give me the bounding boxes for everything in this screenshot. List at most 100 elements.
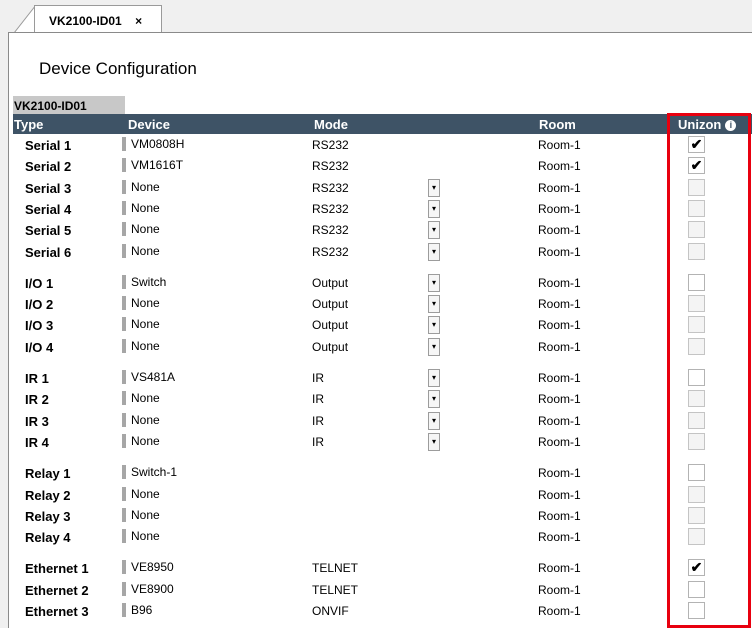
row-device[interactable]: None xyxy=(122,412,160,427)
row-type: IR 4 xyxy=(25,434,49,450)
table-row: Ethernet 2 VE8900 TELNET Room-1 xyxy=(9,580,752,600)
row-room[interactable]: Room-1 xyxy=(538,138,581,152)
table-row: I/O 2 None Output ▾ Room-1 xyxy=(9,294,752,314)
row-mode: Output xyxy=(312,318,349,333)
unizon-checkbox[interactable] xyxy=(688,602,705,619)
table-row: I/O 1 Switch Output ▾ Room-1 xyxy=(9,273,752,293)
col-type: Type xyxy=(14,117,44,132)
row-type: IR 3 xyxy=(25,413,49,429)
mode-dropdown-icon[interactable]: ▾ xyxy=(428,316,440,335)
page-title: Device Configuration xyxy=(39,59,197,78)
table-row: Relay 3 None Room-1 xyxy=(9,506,752,526)
row-room[interactable]: Room-1 xyxy=(538,583,581,597)
unizon-checkbox[interactable] xyxy=(688,273,705,291)
row-room[interactable]: Room-1 xyxy=(538,202,581,216)
table-row: I/O 3 None Output ▾ Room-1 xyxy=(9,315,752,335)
row-device[interactable]: VM1616T xyxy=(122,158,183,173)
mode-dropdown-icon[interactable]: ▾ xyxy=(428,199,440,218)
row-device[interactable]: Switch xyxy=(122,274,166,289)
row-mode: IR xyxy=(312,434,324,449)
row-device[interactable]: None xyxy=(122,243,160,258)
mode-dropdown-icon[interactable]: ▾ xyxy=(428,369,440,387)
unizon-checkbox[interactable] xyxy=(688,464,705,482)
row-room[interactable]: Room-1 xyxy=(538,318,581,332)
row-room[interactable]: Room-1 xyxy=(538,297,581,311)
mode-dropdown-icon[interactable]: ▾ xyxy=(428,432,440,451)
row-room[interactable]: Room-1 xyxy=(538,159,581,173)
row-room[interactable]: Room-1 xyxy=(538,488,581,502)
unizon-checkbox xyxy=(688,295,705,313)
mode-dropdown-icon[interactable]: ▾ xyxy=(428,411,440,430)
row-room[interactable]: Room-1 xyxy=(538,392,581,406)
row-device[interactable]: Switch-1 xyxy=(122,465,177,480)
info-icon[interactable]: i xyxy=(725,120,737,131)
row-room[interactable]: Room-1 xyxy=(538,561,581,575)
table-row: Ethernet 1 VE8950 TELNET Room-1 ✔ xyxy=(9,558,752,578)
unizon-checkbox xyxy=(688,528,705,546)
close-icon[interactable]: × xyxy=(135,14,142,28)
row-device[interactable]: None xyxy=(122,433,160,448)
row-device[interactable]: None xyxy=(122,317,160,332)
tab-vk2100-id01[interactable]: VK2100-ID01 × xyxy=(34,5,162,32)
row-room[interactable]: Room-1 xyxy=(538,435,581,449)
row-room[interactable]: Room-1 xyxy=(538,340,581,354)
row-type: IR 2 xyxy=(25,392,49,408)
mode-dropdown-icon[interactable]: ▾ xyxy=(428,337,440,356)
row-device[interactable]: None xyxy=(122,338,160,353)
mode-dropdown-icon[interactable]: ▾ xyxy=(428,295,440,314)
mode-dropdown-icon[interactable]: ▾ xyxy=(428,273,440,292)
table-row: I/O 4 None Output ▾ Room-1 xyxy=(9,337,752,357)
mode-dropdown-icon[interactable]: ▾ xyxy=(428,242,440,261)
unizon-checkbox[interactable]: ✔ xyxy=(688,136,705,153)
row-room[interactable]: Room-1 xyxy=(538,371,581,385)
device-config-panel: Device Configuration VK2100-ID01 Type De… xyxy=(8,32,752,628)
unizon-checkbox[interactable]: ✔ xyxy=(688,157,705,175)
device-group-label: VK2100-ID01 xyxy=(13,96,125,114)
row-room[interactable]: Room-1 xyxy=(538,509,581,523)
unizon-checkbox[interactable]: ✔ xyxy=(688,559,705,577)
row-room[interactable]: Room-1 xyxy=(538,604,581,618)
row-type: Serial 5 xyxy=(25,223,72,239)
row-mode: IR xyxy=(312,413,324,428)
table-row: Serial 4 None RS232 ▾ Room-1 xyxy=(9,199,752,219)
unizon-checkbox xyxy=(688,221,705,239)
row-room[interactable]: Room-1 xyxy=(538,530,581,544)
row-room[interactable]: Room-1 xyxy=(538,414,581,428)
col-unizon-label: Unizon xyxy=(678,117,722,132)
unizon-checkbox xyxy=(688,316,705,334)
row-device[interactable]: None xyxy=(122,507,160,522)
row-device[interactable]: VS481A xyxy=(122,370,175,384)
row-type: Ethernet 1 xyxy=(25,561,89,577)
row-device[interactable]: None xyxy=(122,391,160,406)
table-row: IR 1 VS481A IR ▾ Room-1 xyxy=(9,368,752,388)
table-row: Ethernet 3 B96 ONVIF Room-1 xyxy=(9,601,752,621)
row-device[interactable]: B96 xyxy=(122,603,152,617)
row-device[interactable]: VM0808H xyxy=(122,137,184,151)
col-mode: Mode xyxy=(314,117,348,132)
row-device[interactable]: None xyxy=(122,529,160,544)
unizon-checkbox[interactable] xyxy=(688,369,705,386)
mode-dropdown-icon[interactable]: ▾ xyxy=(428,178,440,197)
mode-dropdown-icon[interactable]: ▾ xyxy=(428,390,440,409)
row-device[interactable]: None xyxy=(122,296,160,311)
row-device[interactable]: VE8900 xyxy=(122,581,174,596)
row-room[interactable]: Room-1 xyxy=(538,245,581,259)
row-device[interactable]: None xyxy=(122,486,160,501)
row-room[interactable]: Room-1 xyxy=(538,223,581,237)
row-room[interactable]: Room-1 xyxy=(538,466,581,480)
row-type: Ethernet 2 xyxy=(25,582,89,598)
row-mode: RS232 xyxy=(312,244,349,259)
row-type: I/O 3 xyxy=(25,318,54,334)
unizon-checkbox[interactable] xyxy=(688,580,705,598)
col-unizon: Unizon i xyxy=(678,117,737,132)
row-mode: TELNET xyxy=(312,561,359,576)
row-device[interactable]: None xyxy=(122,222,160,237)
row-device[interactable]: None xyxy=(122,200,160,215)
row-room[interactable]: Room-1 xyxy=(538,276,581,290)
unizon-checkbox xyxy=(688,178,705,196)
row-device[interactable]: VE8950 xyxy=(122,560,174,575)
row-room[interactable]: Room-1 xyxy=(538,181,581,195)
mode-dropdown-icon[interactable]: ▾ xyxy=(428,221,440,240)
row-mode: RS232 xyxy=(312,159,349,174)
row-device[interactable]: None xyxy=(122,179,160,194)
